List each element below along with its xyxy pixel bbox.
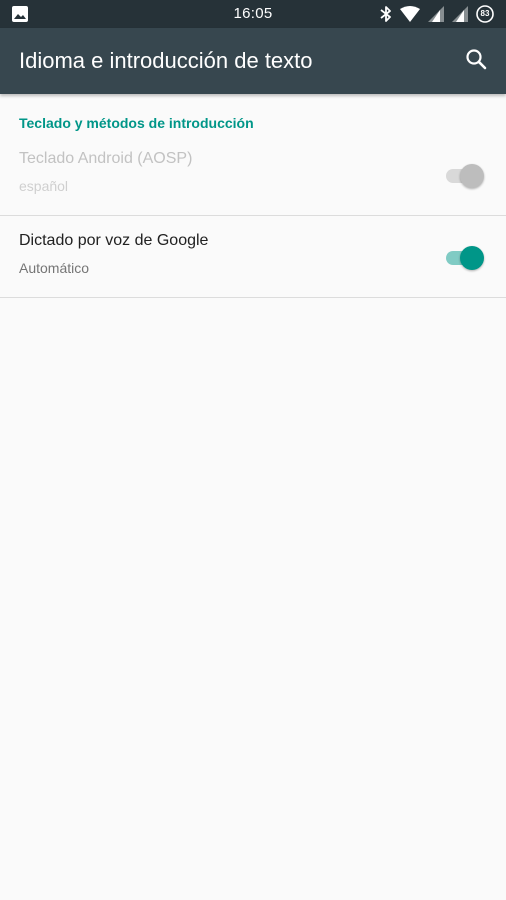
divider <box>0 297 506 298</box>
search-button[interactable] <box>460 45 492 77</box>
pref-android-keyboard: Teclado Android (AOSP) español <box>0 134 506 216</box>
switch-thumb <box>460 164 484 188</box>
status-bar: 16:05 83 <box>0 0 506 28</box>
search-icon <box>465 48 487 75</box>
bluetooth-icon <box>380 5 392 23</box>
pref-title: Dictado por voz de Google <box>19 232 209 249</box>
pref-summary: Automático <box>19 260 90 276</box>
status-icons: 83 <box>380 4 494 24</box>
switch-thumb <box>460 246 484 270</box>
signal-icon <box>452 6 468 22</box>
keyboard-toggle <box>444 162 484 188</box>
battery-icon: 83 <box>476 5 494 23</box>
pref-title: Teclado Android (AOSP) <box>19 150 193 167</box>
app-bar: Idioma e introducción de texto <box>0 28 506 94</box>
wifi-icon <box>400 6 420 22</box>
battery-level: 83 <box>480 9 490 18</box>
pref-google-voice-typing[interactable]: Dictado por voz de Google Automático <box>0 216 506 298</box>
pref-summary: español <box>19 178 69 194</box>
voice-typing-toggle[interactable] <box>444 244 484 270</box>
signal-icon <box>428 6 444 22</box>
section-header: Teclado y métodos de introducción <box>19 115 254 131</box>
page-title: Idioma e introducción de texto <box>19 48 313 73</box>
